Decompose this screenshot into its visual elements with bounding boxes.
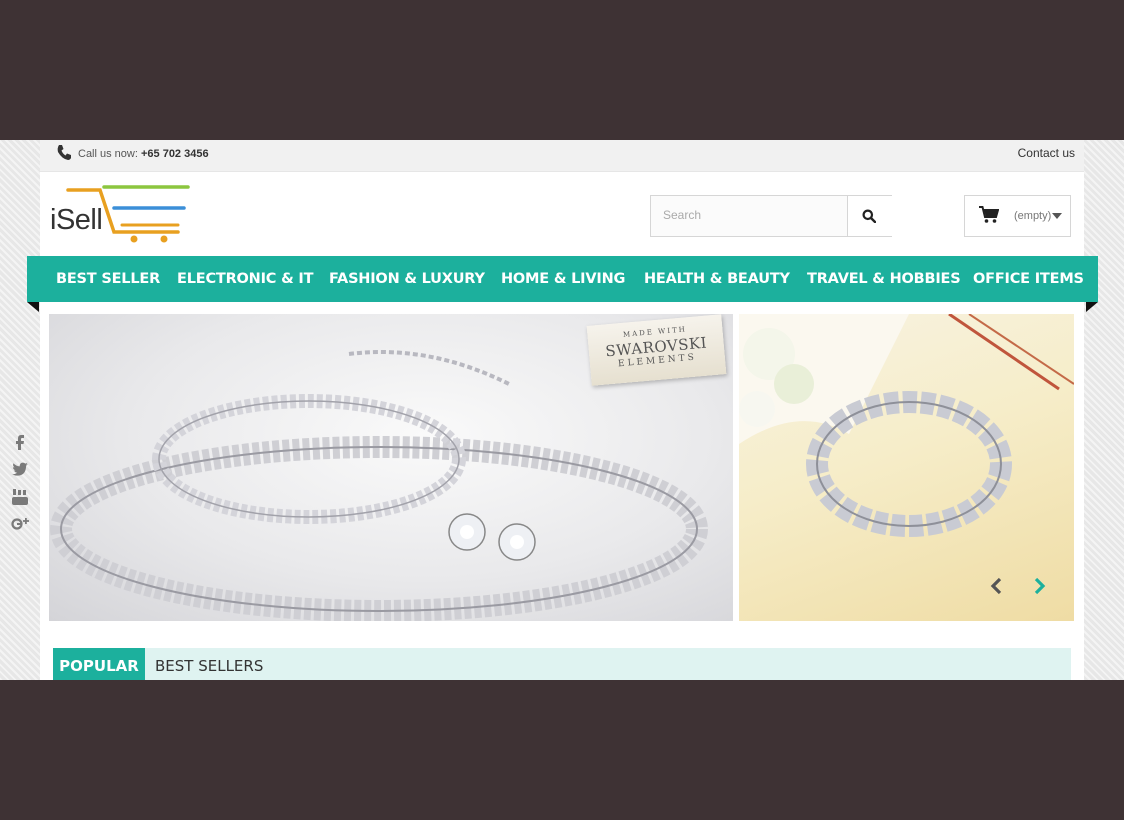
- swarovski-badge: MADE WITH SWAROVSKI ELEMENTS: [586, 314, 727, 386]
- nav-ribbon-fold-left: [27, 302, 39, 312]
- cart-status: (empty): [1014, 210, 1052, 222]
- website-viewport: Call us now: +65 702 3456 Contact us iSe…: [0, 140, 1124, 680]
- search-button[interactable]: [847, 196, 892, 236]
- logo[interactable]: iSell: [48, 184, 198, 244]
- nav-ribbon-fold-right: [1086, 302, 1098, 312]
- nav-item-office-items[interactable]: OFFICE ITEMS: [973, 256, 1084, 302]
- search-icon: [862, 209, 876, 223]
- chevron-down-icon: [1052, 213, 1062, 219]
- search-input[interactable]: [651, 196, 865, 234]
- search-box: [650, 195, 892, 237]
- slider-side-image[interactable]: [739, 314, 1074, 621]
- contact-us-link[interactable]: Contact us: [1018, 146, 1075, 160]
- phone-number: +65 702 3456: [140, 148, 209, 160]
- nav-item-health-beauty[interactable]: HEALTH & BEAUTY: [644, 256, 790, 302]
- cart-button[interactable]: (empty): [964, 195, 1071, 237]
- slider-main-image[interactable]: MADE WITH SWAROVSKI ELEMENTS: [49, 314, 733, 621]
- phone-icon: [57, 145, 71, 160]
- nav-item-travel-hobbies[interactable]: TRAVEL & HOBBIES: [807, 256, 961, 302]
- nav-item-fashion-luxury[interactable]: FASHION & LUXURY: [329, 256, 485, 302]
- bracelet-image: [739, 314, 1074, 537]
- nav-item-best-seller[interactable]: BEST SELLER: [56, 256, 160, 302]
- slider-next-arrow-icon[interactable]: [1032, 576, 1048, 596]
- tab-best-sellers[interactable]: BEST SELLERS: [155, 648, 263, 680]
- nav-item-electronic-it[interactable]: ELECTRONIC & IT: [177, 256, 313, 302]
- slider-prev-arrow-icon[interactable]: [988, 576, 1004, 596]
- google-plus-icon[interactable]: [11, 516, 29, 534]
- nav-item-home-living[interactable]: HOME & LIVING: [501, 256, 625, 302]
- shopping-cart-icon: [979, 206, 999, 223]
- twitter-icon[interactable]: [11, 460, 29, 478]
- main-nav: BEST SELLER ELECTRONIC & IT FASHION & LU…: [27, 256, 1098, 302]
- logo-text: iSell: [50, 204, 103, 236]
- top-bar: Call us now: +65 702 3456 Contact us: [40, 140, 1084, 172]
- call-us-text: Call us now: +65 702 3456: [78, 148, 209, 160]
- product-tabs: POPULAR BEST SELLERS: [53, 648, 1071, 680]
- youtube-icon[interactable]: [11, 488, 29, 506]
- tab-popular[interactable]: POPULAR: [53, 648, 145, 680]
- facebook-icon[interactable]: [11, 432, 29, 450]
